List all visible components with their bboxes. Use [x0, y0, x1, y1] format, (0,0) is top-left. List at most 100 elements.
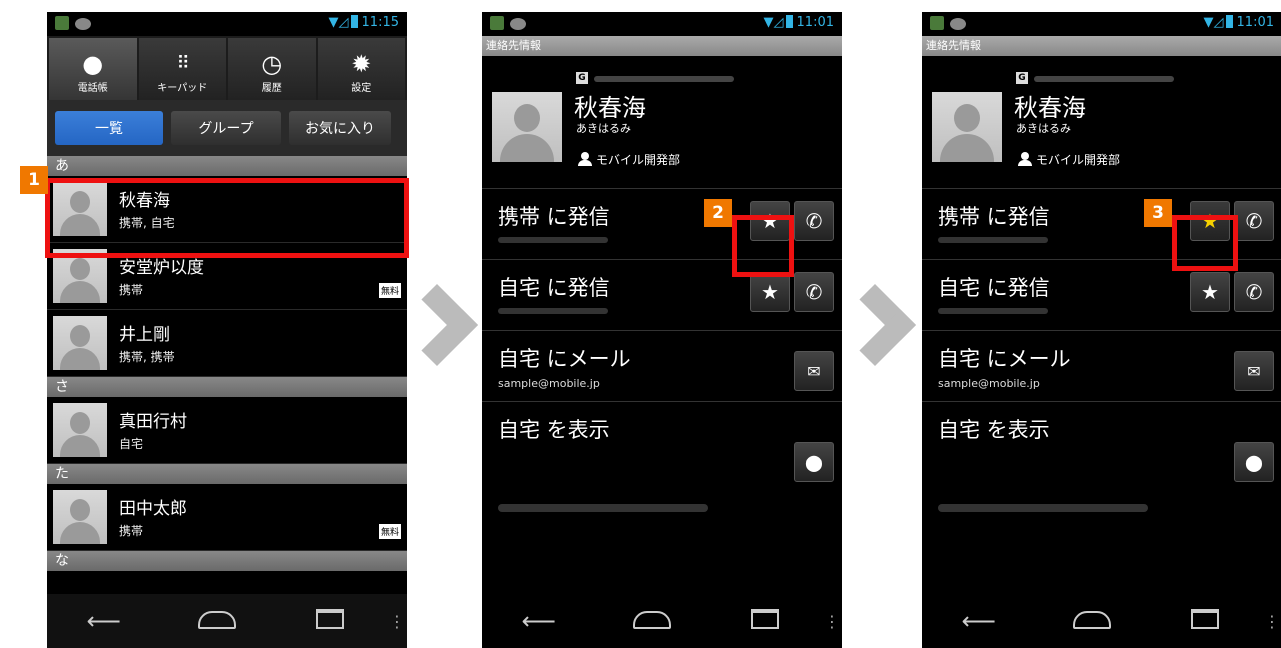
back-button[interactable]: ⟵	[47, 607, 160, 635]
menu-button[interactable]: ⋮	[387, 612, 407, 631]
menu-button[interactable]: ⋮	[822, 612, 842, 631]
android-icon	[510, 18, 526, 30]
contact-phone-types: 携帯	[119, 524, 144, 538]
email-home-row[interactable]: 自宅 にメール sample@mobile.jp ✉	[482, 330, 842, 401]
section-header-ta: た	[47, 464, 407, 484]
recent-apps-icon	[1191, 609, 1220, 629]
row-label: 携帯 に発信	[938, 205, 1050, 229]
gear-icon: ✹	[351, 50, 372, 78]
free-badge: 無料	[378, 283, 401, 298]
section-header-a: あ	[47, 156, 407, 176]
contact-detail-screen: ▼◿ 11:01 連絡先情報 G 秋春海 あきはるみ モバイル開発部 携帯 に発信…	[482, 12, 842, 648]
free-badge: 無料	[378, 524, 401, 539]
arrow-right-icon	[395, 283, 479, 367]
email-home-row[interactable]: 自宅 にメール sample@mobile.jp ✉	[922, 330, 1281, 401]
sub-tab-bar: 一覧 グループ お気に入り	[47, 100, 407, 156]
battery-icon	[350, 15, 358, 28]
step2-badge: 2	[704, 199, 732, 227]
email-button[interactable]: ✉	[794, 351, 834, 391]
row-label: 自宅 に発信	[498, 276, 610, 300]
mail-icon: ✉	[1247, 361, 1261, 381]
notification-icon	[490, 16, 504, 30]
contact-phonetic-name: あきはるみ	[1016, 122, 1071, 135]
favorite-star-button[interactable]: ★	[1190, 272, 1230, 312]
recent-apps-button[interactable]	[1149, 607, 1262, 635]
tab-label: キーパッド	[157, 83, 208, 94]
row-label: 携帯 に発信	[498, 205, 610, 229]
call-button[interactable]: ✆	[1234, 201, 1274, 241]
call-button[interactable]: ✆	[794, 272, 834, 312]
email-button[interactable]: ✉	[1234, 351, 1274, 391]
show-home-address-row[interactable]: 自宅 を表示 ⬤	[482, 401, 842, 546]
status-bar: ▼◿ 11:01	[922, 12, 1281, 36]
tab-settings[interactable]: ✹ 設定	[317, 38, 405, 100]
recent-apps-icon	[751, 609, 780, 629]
section-header-na: な	[47, 551, 407, 571]
favorite-star-button[interactable]: ★	[750, 272, 790, 312]
notification-icon	[930, 16, 944, 30]
status-right: ▼◿ 11:01	[1204, 15, 1274, 30]
contact-organization: モバイル開発部	[1018, 151, 1120, 168]
contact-phone-types: 自宅	[119, 437, 144, 451]
organization-label: モバイル開発部	[1036, 153, 1121, 167]
avatar	[932, 92, 1002, 162]
map-button[interactable]: ⬤	[794, 442, 834, 482]
map-pin-icon: ⬤	[805, 452, 823, 472]
phone-number-blurred	[498, 237, 608, 243]
home-button[interactable]	[595, 607, 708, 635]
contact-row[interactable]: 真田行村 自宅	[47, 397, 407, 464]
map-button[interactable]: ⬤	[1234, 442, 1274, 482]
back-icon: ⟵	[961, 607, 996, 635]
row-label: 自宅 にメール	[498, 347, 631, 371]
status-time: 11:01	[796, 15, 834, 30]
star-icon: ★	[761, 280, 779, 304]
subtab-list[interactable]: 一覧	[55, 111, 163, 145]
main-tab-bar: ● 電話帳 ⠿ キーパッド ◷ 履歴 ✹ 設定	[47, 36, 407, 100]
tab-keypad[interactable]: ⠿ キーパッド	[138, 38, 226, 100]
google-account-icon: G	[576, 72, 588, 84]
avatar	[53, 403, 107, 457]
phone-number-blurred	[498, 308, 608, 314]
recent-apps-button[interactable]	[274, 607, 387, 635]
tab-phonebook[interactable]: ● 電話帳	[49, 38, 137, 100]
row-label: 自宅 にメール	[938, 347, 1071, 371]
menu-button[interactable]: ⋮	[1262, 612, 1281, 631]
person-icon: ●	[82, 50, 104, 78]
phone-icon: ✆	[1245, 280, 1263, 304]
phone-icon: ✆	[805, 209, 823, 233]
subtab-group[interactable]: グループ	[171, 111, 281, 145]
call-button[interactable]: ✆	[1234, 272, 1274, 312]
call-button[interactable]: ✆	[794, 201, 834, 241]
recent-apps-button[interactable]	[709, 607, 822, 635]
status-time: 11:15	[361, 15, 399, 30]
wifi-icon: ▼◿	[763, 15, 784, 30]
tab-label: 電話帳	[77, 83, 108, 94]
subtab-favorites[interactable]: お気に入り	[289, 111, 391, 145]
show-home-address-row[interactable]: 自宅 を表示 ⬤	[922, 401, 1281, 546]
contact-name: 田中太郎	[119, 499, 187, 519]
contact-name: 秋春海	[574, 94, 646, 122]
step3-badge: 3	[1144, 199, 1172, 227]
tab-label: 設定	[351, 83, 372, 94]
back-icon: ⟵	[521, 607, 556, 635]
mail-icon: ✉	[807, 361, 821, 381]
home-button[interactable]	[160, 607, 273, 635]
contacts-list-screen: ▼◿ 11:15 ● 電話帳 ⠿ キーパッド ◷ 履歴 ✹ 設定 一覧 グループ …	[47, 12, 407, 648]
overflow-icon: ⋮	[388, 611, 405, 631]
tab-label: 履歴	[261, 83, 282, 94]
tab-history[interactable]: ◷ 履歴	[228, 38, 316, 100]
section-header-sa: さ	[47, 377, 407, 397]
organization-label: モバイル開発部	[596, 153, 681, 167]
home-icon	[1072, 611, 1111, 629]
contact-name: 真田行村	[119, 412, 187, 432]
status-right: ▼◿ 11:15	[329, 15, 399, 30]
back-button[interactable]: ⟵	[922, 607, 1035, 635]
back-button[interactable]: ⟵	[482, 607, 595, 635]
phone-icon: ✆	[1245, 209, 1263, 233]
row-label: 自宅 を表示	[938, 418, 1050, 442]
contact-row[interactable]: 田中太郎 携帯 無料	[47, 484, 407, 551]
home-button[interactable]	[1035, 607, 1148, 635]
contact-row[interactable]: 井上剛 携帯, 携帯	[47, 310, 407, 377]
wifi-icon: ▼◿	[1203, 15, 1224, 30]
step1-highlight	[45, 178, 409, 258]
